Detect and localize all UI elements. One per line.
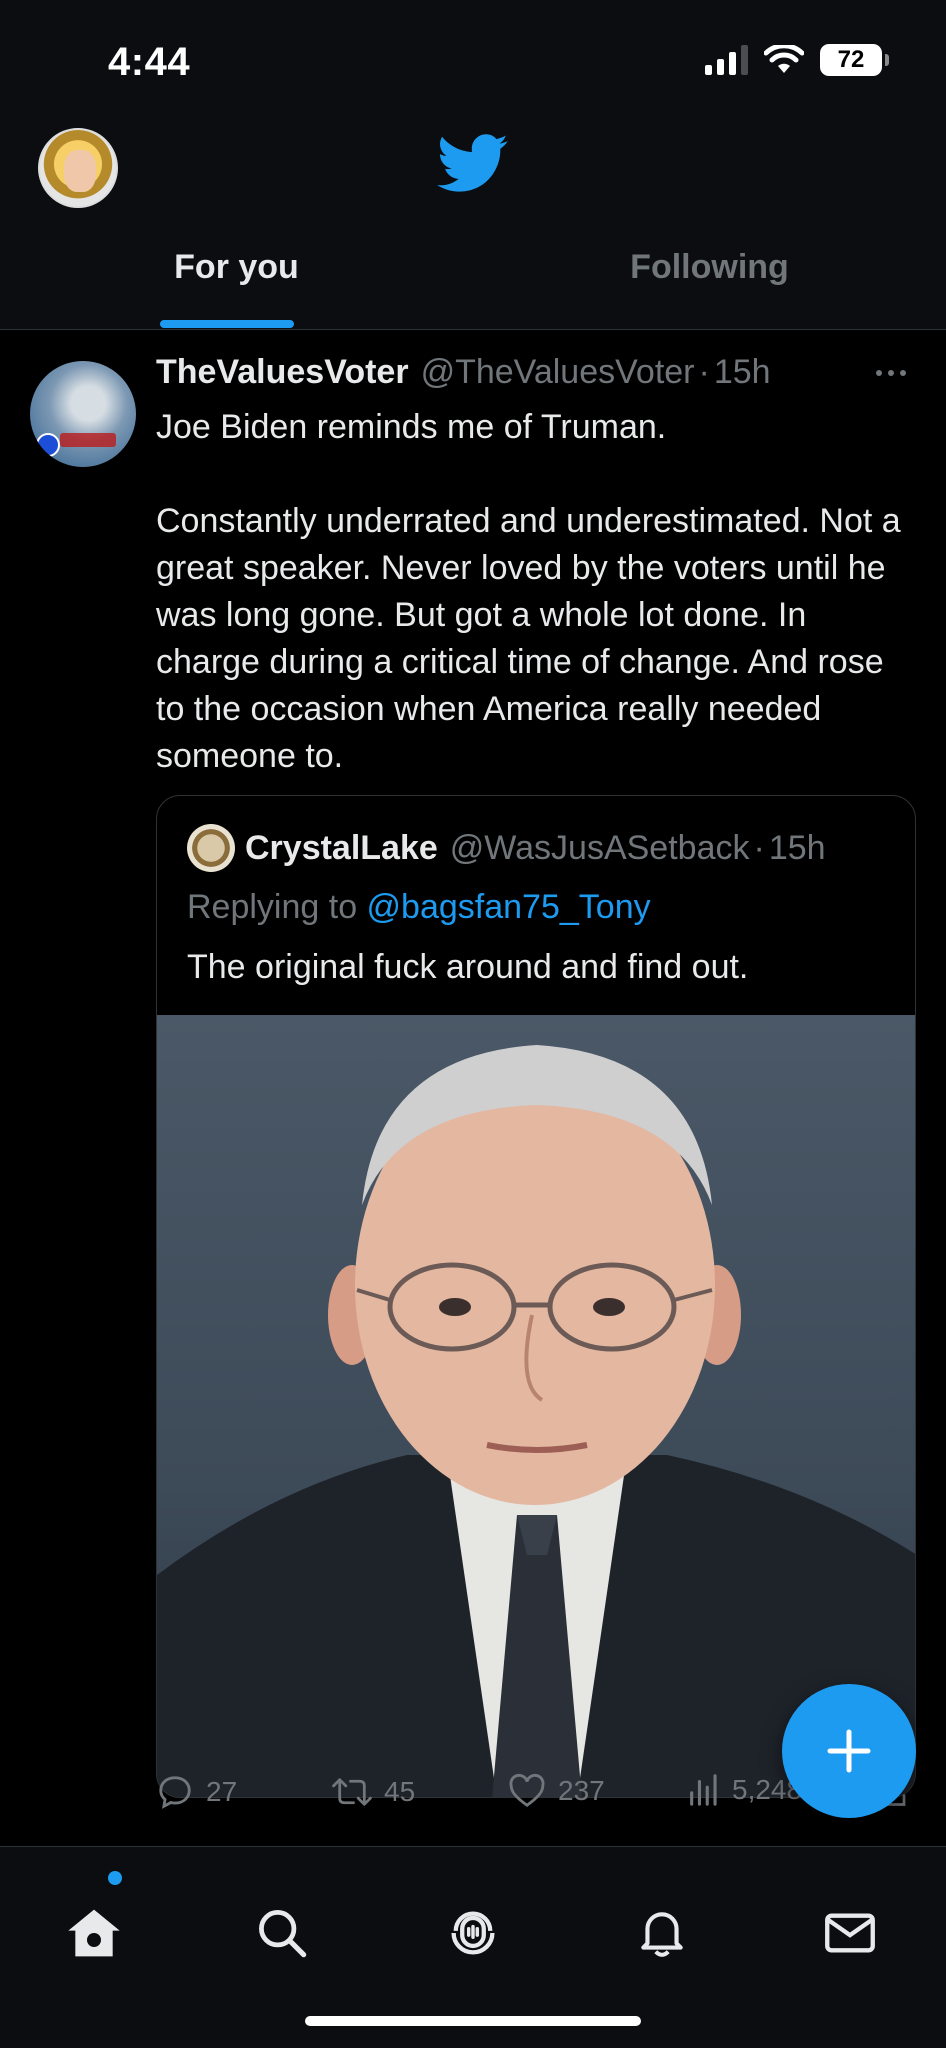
replying-to-prefix: Replying to [187,888,367,926]
tweet-header: TheValuesVoter @TheValuesVoter · 15h [156,353,916,392]
plus-icon [827,1729,871,1773]
separator-dot: · [753,828,765,867]
battery-icon: 72 [820,44,889,76]
compose-tweet-button[interactable] [782,1684,916,1818]
spaces-icon [451,1911,495,1955]
replying-to-line: Replying to @bagsfan75_Tony [187,888,651,927]
nav-notifications[interactable] [632,1903,692,1963]
like-count: 237 [558,1775,605,1806]
quoted-tweet-text: The original fuck around and find out. [187,948,749,986]
tweet-body: TheValuesVoter @TheValuesVoter · 15h Joe… [156,353,916,780]
tweet-author-avatar[interactable] [30,361,136,467]
quoted-tweet-header: CrystalLake @WasJusASetback · 15h [187,824,826,872]
profile-avatar[interactable] [38,128,118,208]
replying-to-mention[interactable]: @bagsfan75_Tony [367,888,651,926]
messages-icon [825,1913,875,1953]
twitter-bird-icon[interactable] [437,134,509,194]
tab-for-you[interactable]: For you [0,240,473,330]
home-notification-dot [108,1871,122,1885]
more-options-icon[interactable] [876,363,916,383]
wifi-icon [764,45,804,73]
quoted-timestamp: 15h [768,828,826,867]
separator-dot: · [698,353,710,391]
tab-following[interactable]: Following [473,240,946,330]
quoted-author-handle: @WasJusASetback [449,828,750,867]
retweet-action[interactable]: 45 [332,1773,415,1811]
status-icons: 72 [705,44,889,76]
tweet-timestamp: 15h [713,353,771,391]
quoted-tweet[interactable]: CrystalLake @WasJusASetback · 15h Replyi… [156,795,916,1798]
cellular-signal-icon [705,45,748,75]
reply-count: 27 [206,1776,238,1807]
nav-home[interactable] [64,1903,124,1963]
home-indicator[interactable] [305,2016,641,2026]
heart-icon [509,1773,545,1808]
active-tab-indicator [160,320,294,328]
like-action[interactable]: 237 [508,1773,605,1809]
timeline-tabs: For you Following [0,240,946,330]
status-bar: 4:44 72 [0,0,946,120]
retweet-icon [332,1778,372,1806]
app-header: For you Following [0,120,946,330]
search-icon [259,1910,307,1958]
home-icon [68,1909,120,1957]
quoted-author-avatar [187,824,235,872]
retweet-count: 45 [384,1776,416,1807]
battery-level: 72 [837,46,865,73]
views-action[interactable]: 5,248 [686,1773,802,1807]
quoted-author-name: CrystalLake [245,828,438,867]
nav-spaces[interactable] [443,1903,503,1963]
reply-icon [159,1776,191,1809]
nav-search[interactable] [252,1903,312,1963]
status-time: 4:44 [108,40,191,84]
notifications-icon [641,1912,683,1957]
tweet-author-name[interactable]: TheValuesVoter [156,353,409,392]
reply-action[interactable]: 27 [156,1773,237,1811]
views-icon [690,1774,717,1806]
nav-messages[interactable] [820,1903,880,1963]
portrait-image [157,1045,915,1797]
tweet-text: Joe Biden reminds me of Truman. Constant… [156,408,901,775]
tweet-author-handle[interactable]: @TheValuesVoter [421,353,695,392]
quoted-tweet-image[interactable] [157,1015,915,1797]
